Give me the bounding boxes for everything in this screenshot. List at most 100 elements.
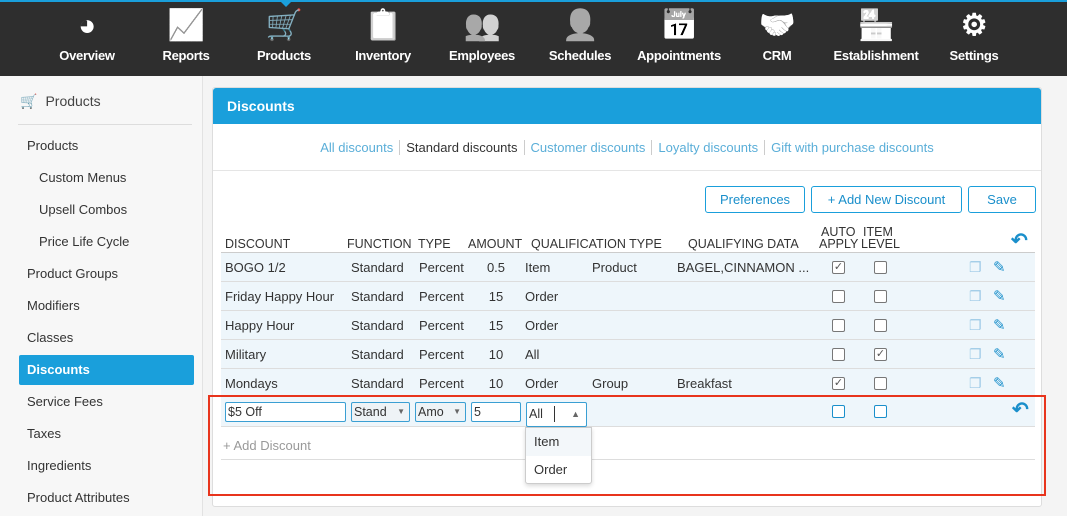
item-level-checkbox[interactable]: ✓ (874, 348, 887, 361)
gauge-icon: ◕ (78, 9, 96, 42)
qualification-type: Group (592, 376, 629, 391)
people-icon: 👥 (463, 9, 501, 42)
type: Percent (419, 289, 464, 304)
col-type: TYPE (418, 237, 451, 251)
qualification: Item (525, 260, 551, 275)
table-row[interactable]: Happy Hour Standard Percent 15 Order ❐ ✎ (221, 311, 1035, 340)
copy-icon[interactable]: ❐ (969, 288, 982, 305)
auto-apply-checkbox[interactable]: ✓ (832, 261, 845, 274)
nav-label: Schedules (548, 48, 612, 63)
nav-employees[interactable]: 👥 Employees (432, 8, 532, 63)
tab-all-discounts[interactable]: All discounts (314, 140, 401, 155)
chart-icon: 📈 (167, 9, 205, 42)
calendar-icon: 📅 (660, 9, 698, 42)
function: Standard (351, 318, 404, 333)
edit-icon[interactable]: ✎ (993, 287, 1006, 305)
sidebar-item-modifiers[interactable]: Modifiers (19, 291, 194, 321)
function: Standard (351, 289, 404, 304)
sidebar-item-taxes[interactable]: Taxes (19, 419, 194, 449)
sidebar-item-upsell-combos[interactable]: Upsell Combos (19, 195, 194, 225)
nav-inventory[interactable]: 📋 Inventory (333, 8, 433, 63)
tab-gift-with-purchase-discounts[interactable]: Gift with purchase discounts (765, 140, 940, 155)
type: Percent (419, 376, 464, 391)
qualification-type: Product (592, 260, 637, 275)
handshake-icon: 🤝 (758, 9, 796, 42)
edit-icon[interactable]: ✎ (993, 258, 1006, 276)
nav-establishment[interactable]: 🏪 Establishment (826, 8, 926, 63)
qualification: Order (525, 376, 559, 391)
discount-name: Mondays (225, 376, 278, 391)
nav-label: Overview (59, 48, 115, 63)
table-row[interactable]: Friday Happy Hour Standard Percent 15 Or… (221, 282, 1035, 311)
copy-icon[interactable]: ❐ (969, 317, 982, 334)
edit-icon[interactable]: ✎ (993, 316, 1006, 334)
auto-apply-checkbox[interactable] (832, 319, 845, 332)
sidebar-item-ingredients[interactable]: Ingredients (19, 451, 194, 481)
nav-settings[interactable]: ⚙ Settings (924, 8, 1024, 63)
preferences-button[interactable]: Preferences (705, 186, 805, 213)
qualification: All (525, 347, 540, 362)
nav-label: Settings (949, 48, 999, 63)
nav-products[interactable]: 🛒 Products (234, 8, 334, 63)
tab-loyalty-discounts[interactable]: Loyalty discounts (652, 140, 766, 155)
add-new-discount-button[interactable]: + Add New Discount (811, 186, 962, 213)
sidebar-header: 🛒 Products (20, 93, 101, 110)
item-level-checkbox[interactable] (874, 319, 887, 332)
auto-apply-checkbox[interactable]: ✓ (832, 377, 845, 390)
amount: 10 (488, 347, 504, 362)
nav-reports[interactable]: 📈 Reports (136, 8, 236, 63)
qualifying-data: BAGEL,CINNAMON ... (677, 260, 810, 275)
item-level-checkbox[interactable] (874, 377, 887, 390)
sidebar-item-products[interactable]: Products (19, 131, 194, 161)
auto-apply-checkbox[interactable] (832, 290, 845, 303)
copy-icon[interactable]: ❐ (969, 259, 982, 276)
nav-crm[interactable]: 🤝 CRM (727, 8, 827, 63)
copy-icon[interactable]: ❐ (969, 346, 982, 363)
copy-icon[interactable]: ❐ (969, 375, 982, 392)
auto-apply-checkbox[interactable] (832, 348, 845, 361)
table-row[interactable]: Military Standard Percent 10 All ✓ ❐ ✎ (221, 340, 1035, 369)
qualification: Order (525, 318, 559, 333)
store-icon: 🏪 (857, 9, 895, 42)
nav-label: Appointments (637, 48, 721, 63)
function: Standard (351, 347, 404, 362)
tab-customer-discounts[interactable]: Customer discounts (524, 140, 653, 155)
discount-name: Friday Happy Hour (225, 289, 335, 304)
amount: 15 (488, 289, 504, 304)
qualification: Order (525, 289, 559, 304)
table-row[interactable]: BOGO 1/2 Standard Percent 0.5 Item Produ… (221, 253, 1035, 282)
sidebar-item-custom-menus[interactable]: Custom Menus (19, 163, 194, 193)
item-level-checkbox[interactable] (874, 290, 887, 303)
divider (213, 170, 1041, 171)
type: Percent (419, 260, 464, 275)
nav-overview[interactable]: ◕ Overview (37, 8, 137, 63)
col-amount: AMOUNT (468, 237, 523, 251)
edit-icon[interactable]: ✎ (993, 374, 1006, 392)
save-button[interactable]: Save (968, 186, 1036, 213)
edit-icon[interactable]: ✎ (993, 345, 1006, 363)
sidebar-item-classes[interactable]: Classes (19, 323, 194, 353)
nav-appointments[interactable]: 📅 Appointments (629, 8, 729, 63)
sidebar-item-service-fees[interactable]: Service Fees (19, 387, 194, 417)
discount-name: BOGO 1/2 (225, 260, 286, 275)
sidebar-item-product-groups[interactable]: Product Groups (19, 259, 194, 289)
amount: 10 (488, 376, 504, 391)
sidebar-item-price-life-cycle[interactable]: Price Life Cycle (19, 227, 194, 257)
discount-tabs: All discounts Standard discounts Customer … (213, 140, 1041, 155)
item-level-checkbox[interactable] (874, 261, 887, 274)
undo-icon[interactable]: ↶ (1011, 228, 1028, 253)
tab-standard-discounts[interactable]: Standard discounts (400, 140, 525, 155)
col-qualifying-data: QUALIFYING DATA (688, 237, 799, 251)
sidebar-item-discounts[interactable]: Discounts (19, 355, 194, 385)
table-row[interactable]: Mondays Standard Percent 10 Order Group … (221, 369, 1035, 398)
divider (18, 124, 192, 125)
qualifying-data: Breakfast (677, 376, 732, 391)
type: Percent (419, 347, 464, 362)
discount-name: Happy Hour (225, 318, 295, 333)
sidebar-item-product-attributes[interactable]: Product Attributes (19, 483, 194, 513)
amount: 0.5 (486, 260, 506, 275)
nav-label: Establishment (833, 48, 919, 63)
nav-schedules[interactable]: 👤 Schedules (530, 8, 630, 63)
function: Standard (351, 376, 404, 391)
amount: 15 (488, 318, 504, 333)
